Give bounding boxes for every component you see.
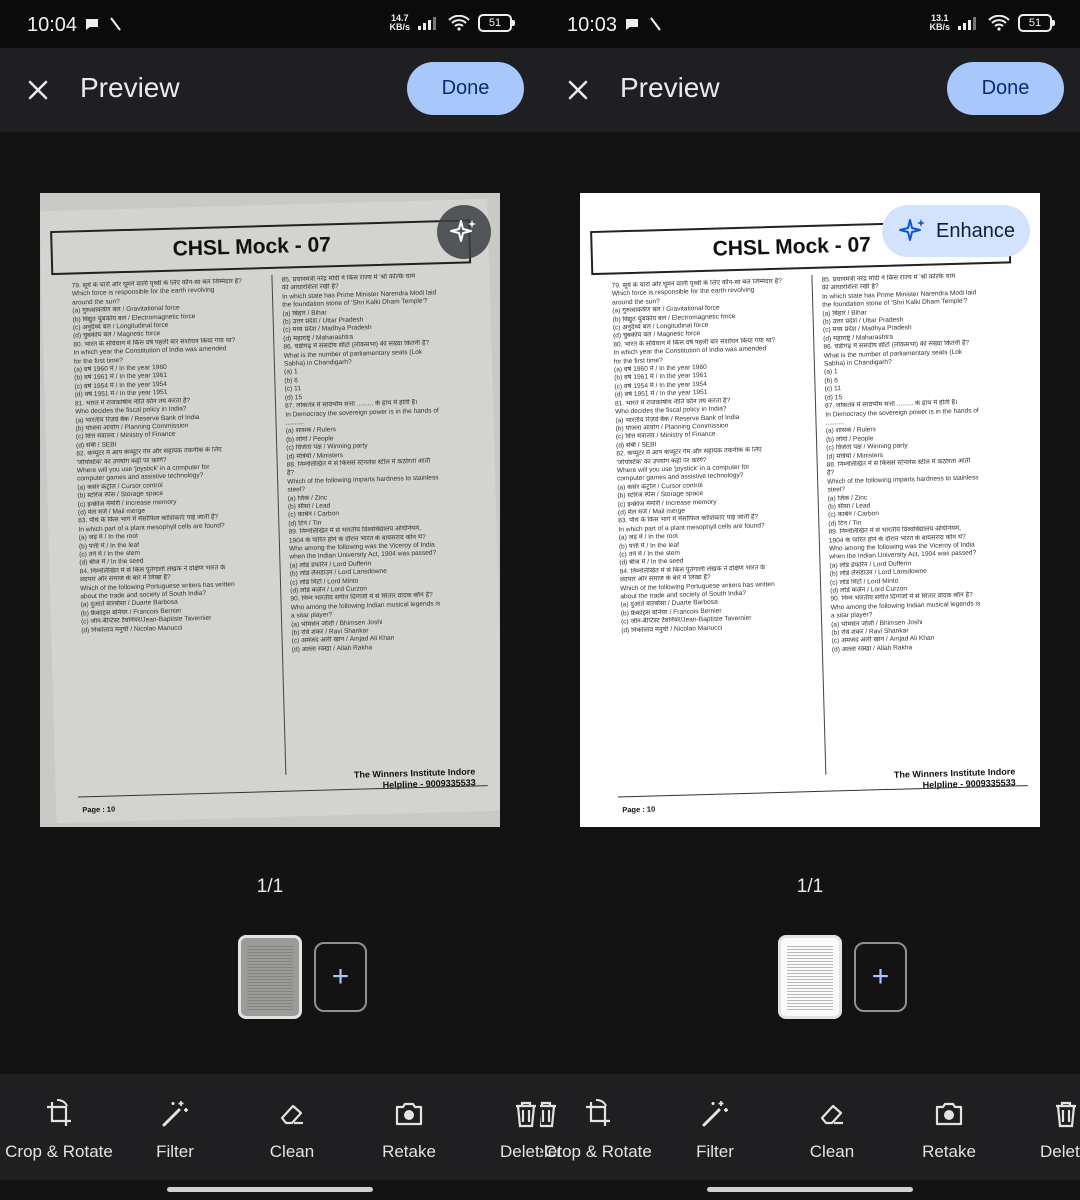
- top-app-bar: Preview Done: [540, 48, 1080, 132]
- status-right: 14.7 KB/s 51: [389, 13, 515, 32]
- document-page-number: Page : 10: [82, 804, 116, 815]
- wifi-icon: [988, 15, 1010, 31]
- trash-icon: [1056, 1101, 1076, 1128]
- enhance-sparkle-button[interactable]: [437, 205, 491, 259]
- done-button[interactable]: Done: [407, 62, 524, 115]
- status-bar: 10:03 13.1 KB/s 51: [540, 0, 1080, 48]
- page-thumbnail[interactable]: [778, 935, 842, 1019]
- top-app-bar: Preview Done: [0, 48, 540, 132]
- document-title-box: CHSL Mock - 07: [50, 219, 472, 276]
- enhance-label: Enhance: [936, 219, 1015, 242]
- magic-wand-icon: [162, 1101, 188, 1127]
- notification-icons: [84, 16, 122, 32]
- status-time: 10:03: [567, 14, 618, 36]
- plus-icon: +: [871, 960, 890, 993]
- page-title: Preview: [80, 72, 180, 103]
- network-speed: 13.1 KB/s: [929, 13, 950, 32]
- sparkle-icon: [450, 220, 476, 242]
- signal-icon: [418, 17, 436, 30]
- bottom-toolbar: Crop & Rotate Filter Clean Retake Delet: [0, 1074, 540, 1180]
- chat-notification-icon: [626, 19, 638, 30]
- thumbnail-content: [247, 946, 293, 1012]
- document-title: CHSL Mock - 07: [712, 233, 872, 261]
- scanned-document-preview[interactable]: CHSL Mock - 07 79. सूर्य के चारों ओर घूम…: [40, 193, 500, 827]
- camera-icon: [395, 1102, 423, 1126]
- magic-wand-icon: [702, 1101, 728, 1127]
- thumbnail-content: [787, 946, 833, 1012]
- preview-screen-original: 10:04 14.7 KB/s 51 Preview Done CHSL Moc…: [0, 0, 540, 1200]
- status-bar: 10:04 14.7 KB/s 51: [0, 0, 540, 48]
- delete-tool[interactable]: Delet: [500, 1074, 540, 1180]
- crop-rotate-icon: [586, 1098, 610, 1126]
- document-left-column: 79. सूर्य के चारों ओर घूमने वाली पृथ्वी …: [612, 277, 826, 636]
- close-icon[interactable]: [20, 72, 56, 108]
- document-left-column: 79. सूर्य के चारों ओर घूमने वाली पृथ्वी …: [72, 277, 286, 636]
- enhance-button[interactable]: Enhance: [882, 205, 1030, 257]
- plus-icon: +: [331, 960, 350, 993]
- clean-tool[interactable]: Clean: [797, 1074, 867, 1180]
- sparkle-icon: [899, 219, 925, 241]
- trash-icon: [516, 1101, 536, 1128]
- network-speed: 14.7 KB/s: [389, 13, 410, 32]
- add-page-button[interactable]: +: [854, 942, 907, 1012]
- battery-icon: 51: [478, 14, 515, 32]
- crop-rotate-icon: [47, 1098, 71, 1126]
- preview-screen-enhanced: 10:03 13.1 KB/s 51 Preview Done CHSL Moc…: [540, 0, 1080, 1200]
- add-page-button[interactable]: +: [314, 942, 367, 1012]
- page-counter: 1/1: [796, 876, 824, 897]
- notification-icons: [624, 16, 662, 32]
- page-thumbnail[interactable]: [238, 935, 302, 1019]
- scanned-document-preview[interactable]: CHSL Mock - 07 79. सूर्य के चारों ओर घूम…: [580, 193, 1040, 827]
- status-right: 13.1 KB/s 51: [929, 13, 1055, 32]
- retake-tool[interactable]: Retake: [914, 1074, 984, 1180]
- battery-icon: 51: [1018, 14, 1055, 32]
- page-title: Preview: [620, 72, 720, 103]
- document-page-number: Page : 10: [622, 804, 656, 815]
- gesture-nav-bar[interactable]: [707, 1187, 913, 1192]
- chat-notification-icon: [86, 19, 98, 30]
- filter-tool[interactable]: Filter: [140, 1074, 210, 1180]
- done-button[interactable]: Done: [947, 62, 1064, 115]
- bottom-toolbar: Delet Crop & Rotate Filter Clean Retake …: [540, 1074, 1080, 1180]
- document-page: CHSL Mock - 07 79. सूर्य के चारों ओर घूम…: [40, 198, 500, 824]
- close-icon[interactable]: [560, 72, 596, 108]
- mute-icon: [110, 17, 121, 31]
- document-right-column: 85. प्रधानमंत्री नरेंद्र मोदी ने किस राज…: [821, 271, 1035, 655]
- mute-icon: [650, 17, 661, 31]
- footer-divider: [77, 785, 488, 798]
- status-time: 10:04: [27, 14, 78, 36]
- eraser-icon: [280, 1104, 303, 1125]
- delete-tool[interactable]: Delet: [1040, 1074, 1080, 1180]
- filter-tool[interactable]: Filter: [680, 1074, 750, 1180]
- gesture-nav-bar[interactable]: [167, 1187, 373, 1192]
- footer-divider: [617, 785, 1028, 798]
- document-right-column: 85. प्रधानमंत्री नरेंद्र मोदी ने किस राज…: [281, 271, 495, 655]
- clean-tool[interactable]: Clean: [257, 1074, 327, 1180]
- document-page: CHSL Mock - 07 79. सूर्य के चारों ओर घूम…: [580, 198, 1040, 824]
- eraser-icon: [820, 1104, 843, 1125]
- crop-rotate-tool[interactable]: Crop & Rotate: [5, 1074, 113, 1180]
- signal-icon: [958, 17, 976, 30]
- page-counter: 1/1: [256, 876, 284, 897]
- crop-rotate-tool[interactable]: Crop & Rotate: [544, 1074, 652, 1180]
- wifi-icon: [448, 15, 470, 31]
- document-title: CHSL Mock - 07: [172, 233, 332, 261]
- retake-tool[interactable]: Retake: [374, 1074, 444, 1180]
- camera-icon: [935, 1102, 963, 1126]
